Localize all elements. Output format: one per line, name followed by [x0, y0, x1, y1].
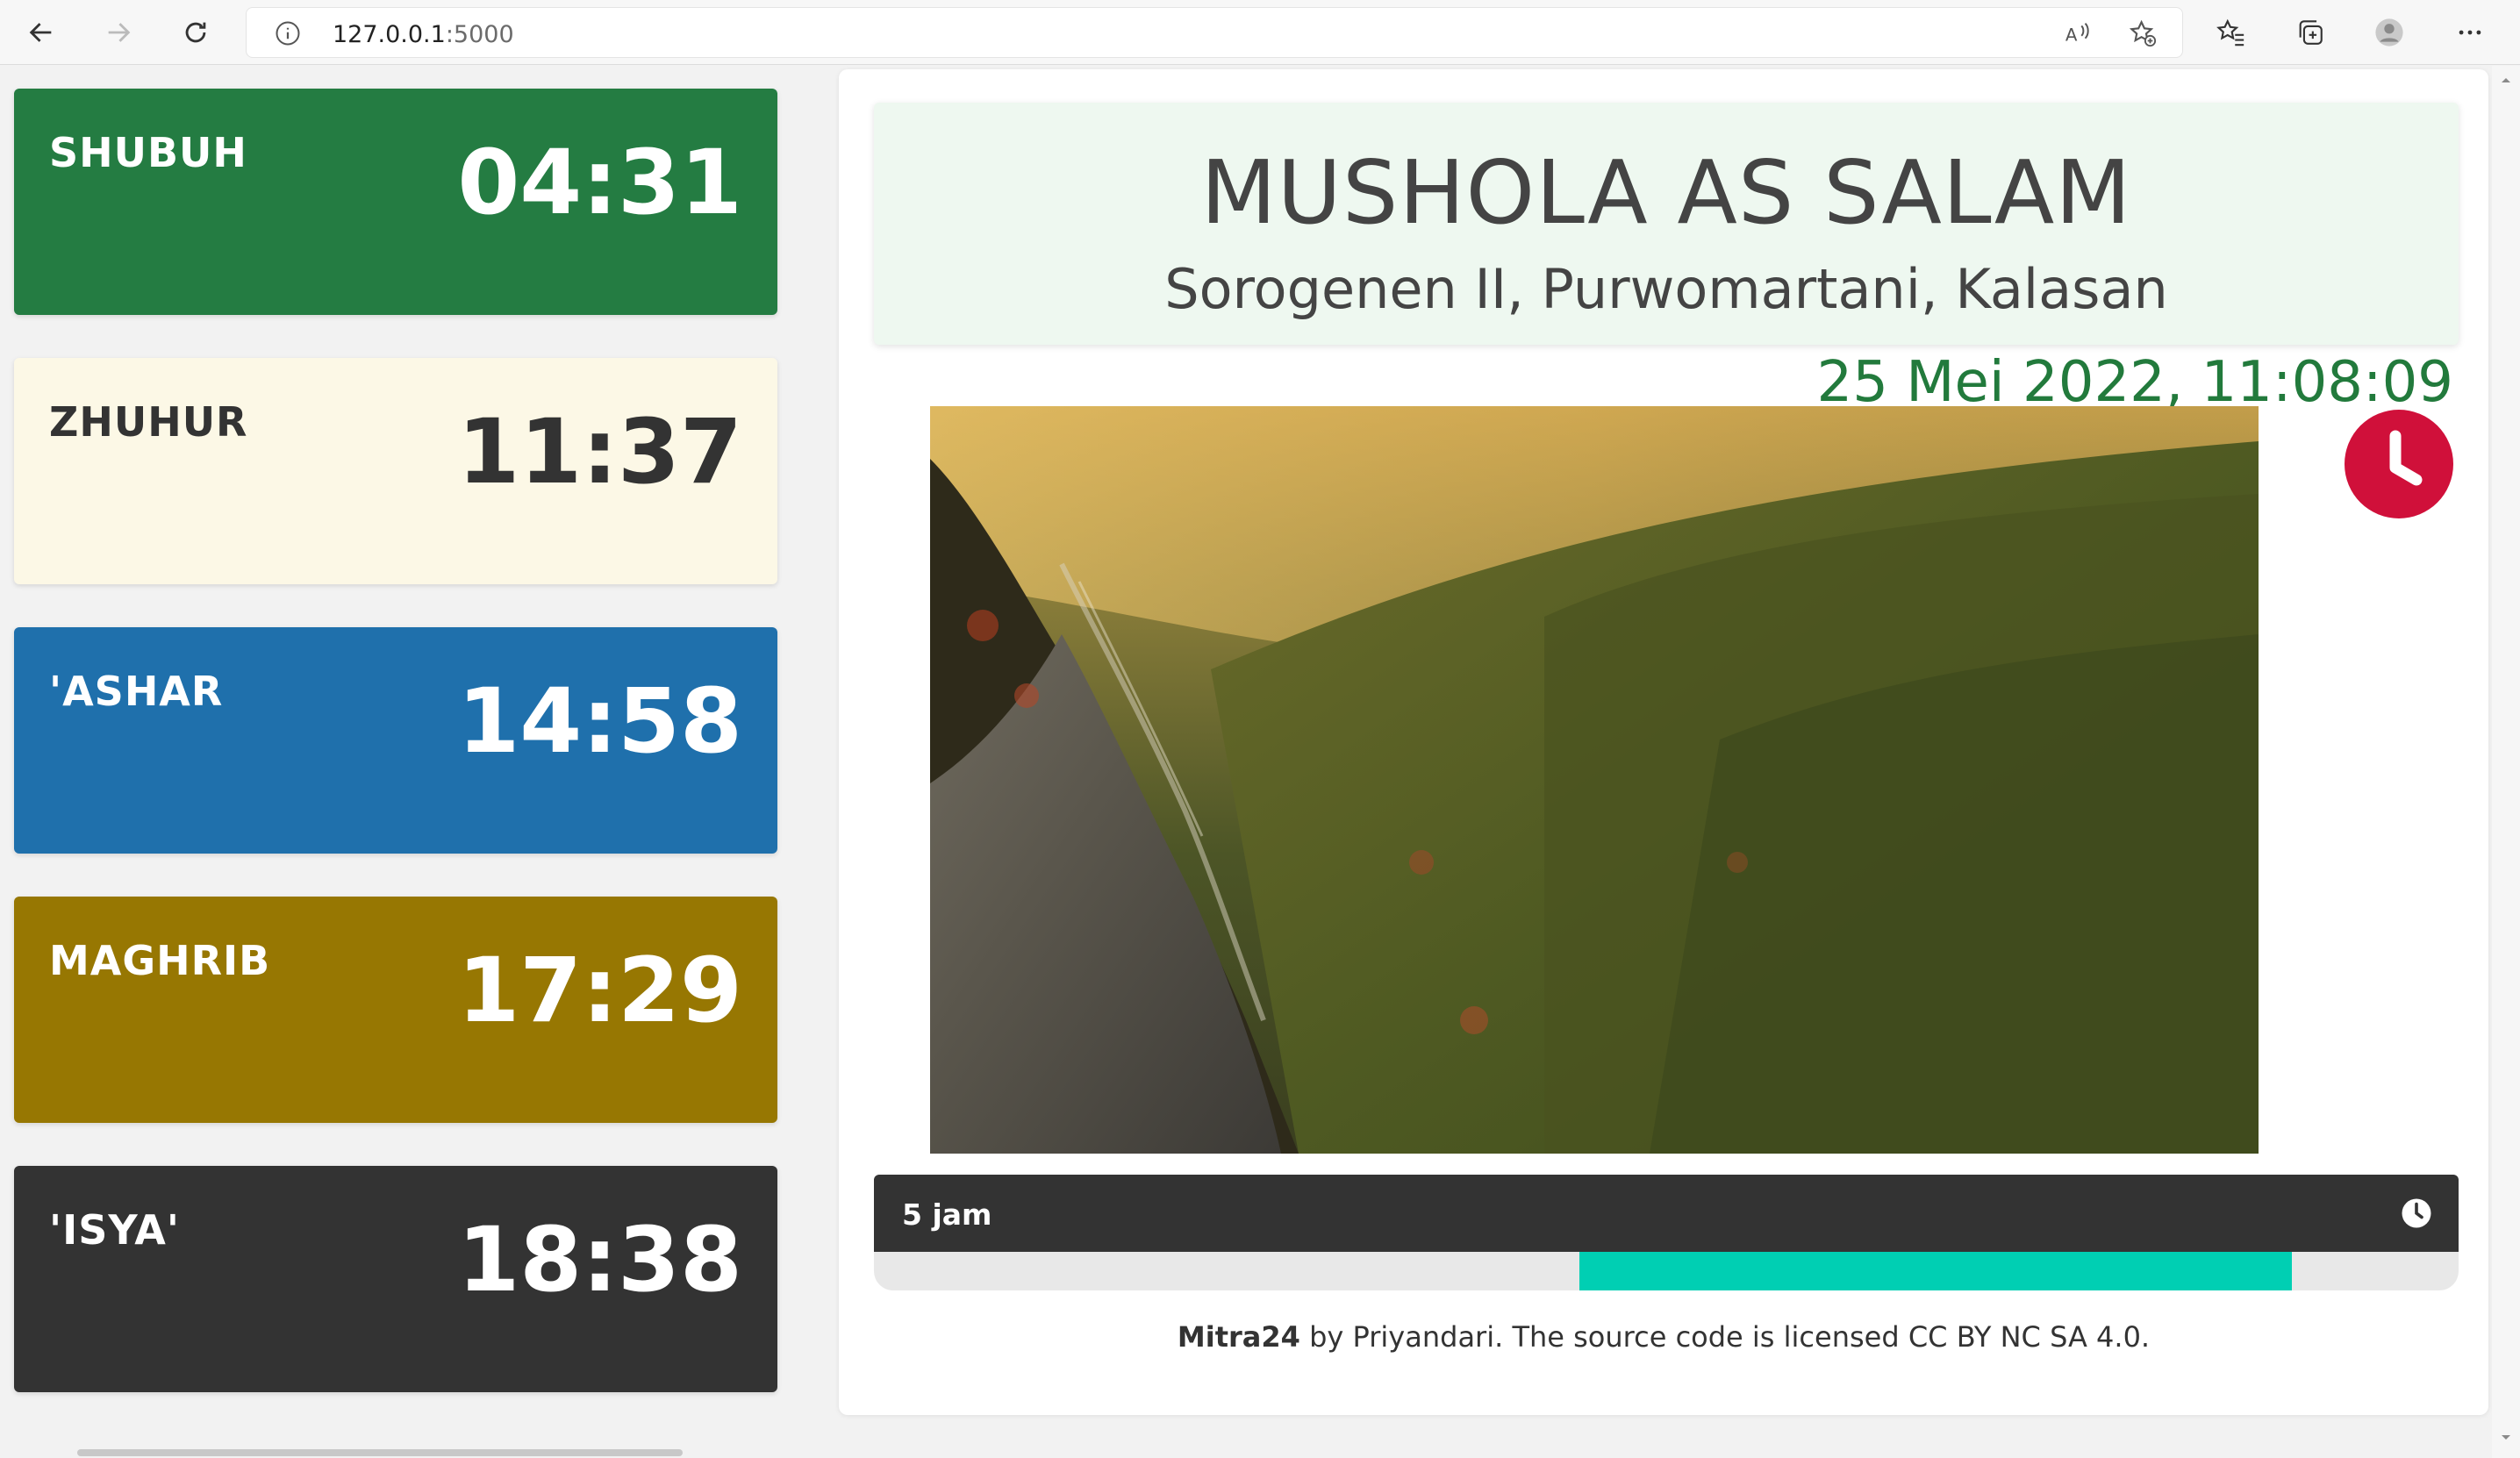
forward-arrow-icon — [108, 23, 131, 42]
svg-text:A: A — [2065, 25, 2078, 46]
clock-icon — [2355, 420, 2443, 508]
profile-icon — [2375, 18, 2403, 46]
prayer-name: 'ISYA' — [49, 1206, 180, 1254]
collections-icon — [2299, 20, 2323, 45]
scroll-down-icon[interactable] — [2499, 1431, 2513, 1445]
prayer-card-zhuhur: ZHUHUR 11:37 — [14, 358, 777, 584]
page-content: SHUBUH 04:31 ZHUHUR 11:37 'ASHAR 14:58 M… — [0, 66, 2520, 1458]
url-text[interactable]: 127.0.0.1:5000 — [333, 21, 514, 48]
prayer-time: 14:58 — [457, 669, 742, 774]
prayer-time: 17:29 — [457, 939, 742, 1043]
vertical-scrollbar[interactable] — [2492, 66, 2520, 1458]
address-bar[interactable]: 127.0.0.1:5000 A — [246, 7, 2183, 58]
main-panel: MUSHOLA AS SALAM Sorogenen II, Purwomart… — [839, 69, 2488, 1415]
add-favorite-icon[interactable] — [2128, 18, 2158, 48]
url-host: 127.0.0.1 — [333, 21, 446, 48]
slideshow-image — [930, 406, 2259, 1154]
footer-brand: Mitra24 — [1177, 1320, 1300, 1354]
current-datetime: 25 Mei 2022, 11:08:09 — [1816, 350, 2454, 415]
profile-button[interactable] — [2366, 9, 2413, 56]
read-aloud-icon[interactable]: A — [2063, 18, 2093, 48]
scroll-up-icon[interactable] — [2499, 73, 2513, 87]
prayer-time: 18:38 — [457, 1208, 742, 1312]
mosque-name: MUSHOLA AS SALAM — [1200, 141, 2132, 244]
browser-toolbar: 127.0.0.1:5000 A — [0, 0, 2520, 65]
mosque-address: Sorogenen II, Purwomartani, Kalasan — [1164, 257, 2168, 321]
info-icon[interactable] — [275, 20, 301, 46]
countdown-bar: 5 jam — [874, 1175, 2459, 1252]
prayer-card-maghrib: MAGHRIB 17:29 — [14, 897, 777, 1123]
prayer-card-ashar: 'ASHAR 14:58 — [14, 627, 777, 854]
forest-cliff-image — [930, 406, 2259, 1154]
prayer-name: 'ASHAR — [49, 668, 224, 715]
horizontal-scrollbar-thumb[interactable] — [77, 1449, 683, 1456]
prayer-name: MAGHRIB — [49, 937, 271, 984]
url-port: :5000 — [445, 21, 514, 48]
countdown-label: 5 jam — [902, 1197, 992, 1232]
more-icon — [2459, 30, 2481, 35]
clock-badge — [2345, 410, 2453, 518]
collections-button[interactable] — [2287, 9, 2334, 56]
prayer-card-shubuh: SHUBUH 04:31 — [14, 89, 777, 315]
prayer-time: 04:31 — [457, 131, 742, 235]
prayer-card-isya: 'ISYA' 18:38 — [14, 1166, 777, 1392]
back-button[interactable] — [18, 9, 65, 56]
countdown-progress-track — [874, 1252, 2459, 1290]
mosque-header: MUSHOLA AS SALAM Sorogenen II, Purwomart… — [874, 103, 2459, 345]
countdown-progress-fill — [1579, 1252, 2293, 1290]
footer-text: by Priyandari. The source code is licens… — [1299, 1320, 2151, 1354]
clock-icon-small — [2402, 1198, 2431, 1228]
prayer-name: ZHUHUR — [49, 398, 248, 446]
back-arrow-icon — [29, 23, 52, 42]
prayer-time: 11:37 — [457, 400, 742, 504]
more-button[interactable] — [2446, 9, 2494, 56]
prayer-name: SHUBUH — [49, 129, 247, 176]
favorites-button[interactable] — [2208, 9, 2255, 56]
footer-credit: Mitra24 by Priyandari. The source code i… — [839, 1320, 2488, 1354]
refresh-icon — [185, 22, 206, 43]
refresh-button[interactable] — [172, 9, 219, 56]
forward-button[interactable] — [95, 9, 142, 56]
favorites-icon — [2216, 18, 2244, 46]
